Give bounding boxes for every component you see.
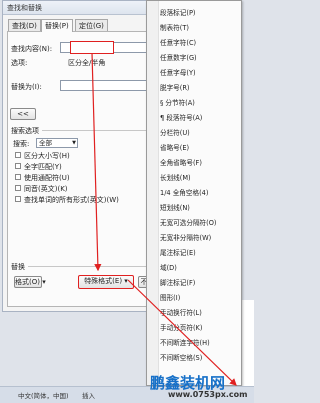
arrow-special-to-menu bbox=[127, 279, 237, 386]
annotation-arrows bbox=[91, 52, 237, 386]
status-insert-mode[interactable]: 插入 bbox=[82, 390, 95, 400]
arrow-find-to-special bbox=[91, 52, 102, 272]
watermark-url: www.0753px.com bbox=[168, 390, 248, 399]
status-language: 中文(简体，中国) bbox=[18, 392, 69, 400]
tab-replace[interactable]: 替换(P) bbox=[41, 19, 73, 32]
